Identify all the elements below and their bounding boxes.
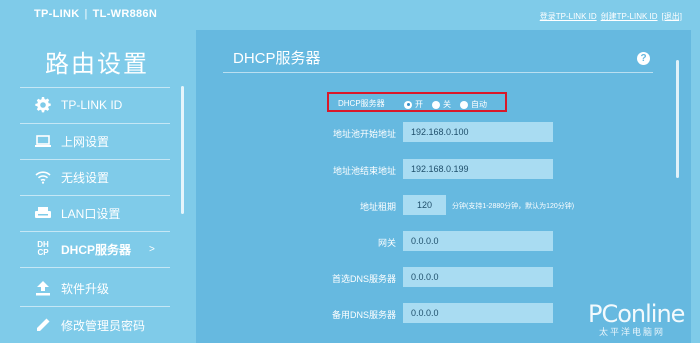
router-icon <box>33 203 53 223</box>
primary-dns-label: 首选DNS服务器 <box>331 274 396 284</box>
radio-checked-icon <box>404 100 412 109</box>
main-panel: DHCP服务器 ? DHCP服务器 开 关 自动 地址池开始地址 192.168… <box>196 30 691 343</box>
sidebar-item-label: 上网设置 <box>61 134 110 149</box>
pool-start-label: 地址池开始地址 <box>332 129 396 139</box>
sidebar-item-wireless[interactable]: 无线设置 <box>20 159 175 195</box>
dhcp-toggle-group: DHCP服务器 开 关 自动 <box>327 92 507 112</box>
sidebar-item-tplink-id[interactable]: TP-LINK ID <box>20 87 175 123</box>
brand-separator: | <box>84 8 88 20</box>
create-id-link[interactable]: 创建TP-LINK ID <box>601 11 658 22</box>
chevron-right-icon: > <box>149 243 155 255</box>
sidebar-divider <box>20 267 170 268</box>
watermark: PConline 太平洋电脑网 <box>585 300 695 340</box>
radio-auto[interactable]: 自动 <box>460 99 487 110</box>
title-divider <box>223 72 653 73</box>
sidebar: 路由设置 TP-LINK ID 上网设置 无线设置 LAN口设置 DH CP D… <box>0 30 190 343</box>
sidebar-item-label: 软件升级 <box>61 281 110 296</box>
sidebar-item-label: LAN口设置 <box>61 206 121 221</box>
radio-off[interactable]: 关 <box>432 99 451 110</box>
dhcp-icon: DH CP <box>33 239 53 259</box>
brand-logo: TP-LINK | TL-WR886N <box>34 8 157 20</box>
sidebar-item-dhcp[interactable]: DH CP DHCP服务器 > <box>20 231 175 267</box>
radio-off-label: 关 <box>443 100 451 109</box>
radio-unchecked-icon <box>460 100 468 109</box>
top-header: TP-LINK | TL-WR886N 登录TP-LINK ID 创建TP-LI… <box>0 0 700 30</box>
sidebar-item-label: TP-LINK ID <box>61 98 123 112</box>
pencil-icon <box>33 315 53 335</box>
laptop-icon <box>33 131 53 151</box>
brand-name: TP-LINK <box>34 8 80 20</box>
wifi-icon <box>33 167 53 187</box>
radio-unchecked-icon <box>432 100 440 109</box>
dhcp-toggle-label: DHCP服务器 <box>338 99 385 108</box>
dhcp-icon-text: DH CP <box>37 240 49 257</box>
watermark-subtitle: 太平洋电脑网 <box>599 327 666 337</box>
sidebar-item-label: 修改管理员密码 <box>61 318 146 333</box>
lease-time-hint: 分钟(支持1-2880分钟，默认为120分钟) <box>452 203 575 210</box>
account-links: 登录TP-LINK ID 创建TP-LINK ID [退出] <box>540 11 682 22</box>
primary-dns-input[interactable]: 0.0.0.0 <box>403 267 553 287</box>
pool-end-label: 地址池结束地址 <box>332 166 396 176</box>
pool-start-input[interactable]: 192.168.0.100 <box>403 122 553 142</box>
gateway-input[interactable]: 0.0.0.0 <box>403 231 553 251</box>
model-name: TL-WR886N <box>92 8 158 20</box>
sidebar-item-internet[interactable]: 上网设置 <box>20 123 175 159</box>
login-link[interactable]: 登录TP-LINK ID <box>540 11 597 22</box>
main-scrollbar[interactable] <box>676 60 679 178</box>
sidebar-item-admin-password[interactable]: 修改管理员密码 <box>20 307 175 343</box>
help-icon[interactable]: ? <box>637 52 650 65</box>
sidebar-item-upgrade[interactable]: 软件升级 <box>20 270 175 306</box>
radio-on[interactable]: 开 <box>404 99 423 110</box>
page-title: DHCP服务器 <box>233 50 321 67</box>
secondary-dns-input[interactable]: 0.0.0.0 <box>403 303 553 323</box>
radio-auto-label: 自动 <box>471 100 487 109</box>
gear-icon <box>33 95 53 115</box>
sidebar-item-label: 无线设置 <box>61 170 110 185</box>
gateway-label: 网关 <box>377 238 396 248</box>
lease-time-label: 地址租期 <box>359 202 396 212</box>
radio-on-label: 开 <box>415 100 423 109</box>
logout-link[interactable]: [退出] <box>662 11 682 22</box>
secondary-dns-label: 备用DNS服务器 <box>331 310 396 320</box>
pool-end-input[interactable]: 192.168.0.199 <box>403 159 553 179</box>
lease-time-input[interactable]: 120 <box>403 195 446 215</box>
sidebar-item-label: DHCP服务器 <box>61 242 132 257</box>
sidebar-item-lan[interactable]: LAN口设置 <box>20 195 175 231</box>
upload-icon <box>33 278 53 298</box>
sidebar-scrollbar[interactable] <box>181 86 184 214</box>
watermark-logo: PConline <box>588 300 685 328</box>
sidebar-title: 路由设置 <box>45 50 149 78</box>
